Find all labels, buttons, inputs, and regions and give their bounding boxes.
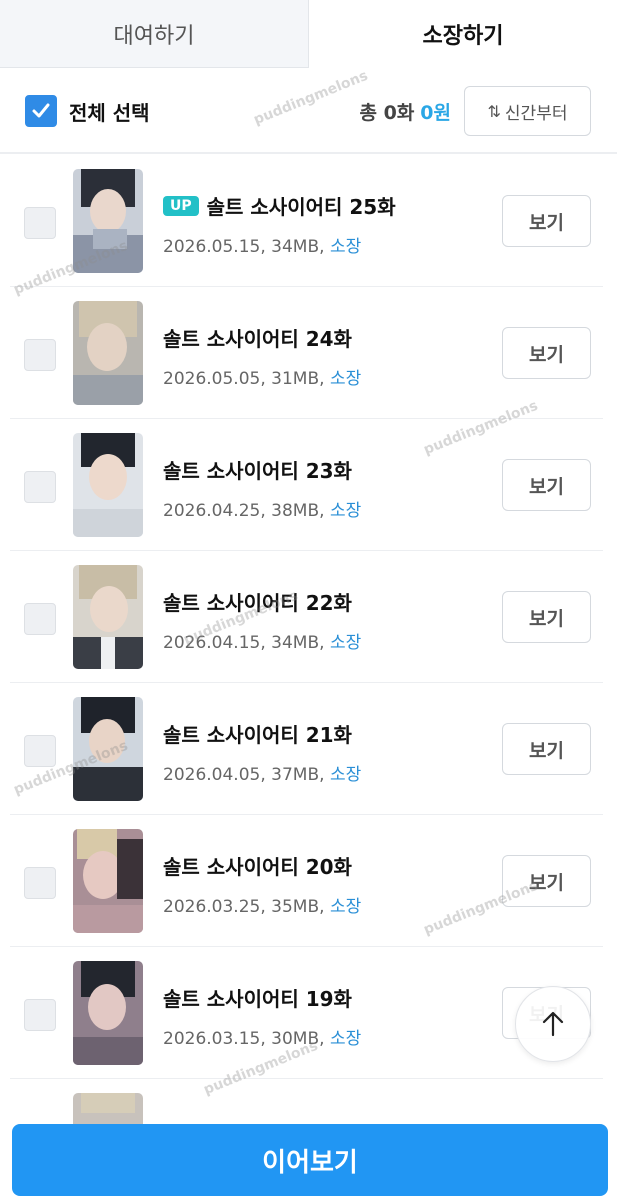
- episode-thumbnail[interactable]: [73, 961, 143, 1065]
- episode-info: 솔트 소사이어티 22화 2026.04.15, 34MB, 소장: [163, 587, 361, 653]
- view-button[interactable]: 보기: [502, 195, 591, 247]
- episode-meta: 2026.04.15, 34MB, 소장: [163, 633, 362, 653]
- list-item: 솔트 소사이어티 24화 2026.05.05, 31MB, 소장 보기: [10, 287, 603, 419]
- arrow-up-icon: [542, 1011, 564, 1037]
- episode-meta: 2026.05.05, 31MB, 소장: [163, 369, 362, 389]
- episode-meta: 2026.03.15, 30MB, 소장: [163, 1029, 362, 1049]
- tab-bar: 대여하기 소장하기: [0, 0, 617, 68]
- episode-status: 소장: [329, 237, 362, 257]
- episode-status: 소장: [329, 1029, 362, 1049]
- episode-date: 2026.05.05: [163, 369, 261, 389]
- episode-title: 솔트 소사이어티 19화: [163, 987, 352, 1011]
- episode-meta: 2026.04.05, 37MB, 소장: [163, 765, 362, 785]
- total-count: 총 0화: [359, 102, 415, 124]
- episode-title: 솔트 소사이어티 21화: [163, 723, 352, 747]
- episode-meta: 2026.05.15, 34MB, 소장: [163, 237, 362, 257]
- episode-info: 솔트 소사이어티 19화 2026.03.15, 30MB, 소장: [163, 983, 361, 1049]
- select-all[interactable]: 전체 선택: [25, 95, 150, 127]
- episode-meta: 2026.03.25, 35MB, 소장: [163, 897, 362, 917]
- view-button[interactable]: 보기: [502, 591, 591, 643]
- episode-checkbox[interactable]: [24, 735, 56, 767]
- episode-size: 38MB: [271, 501, 320, 521]
- view-button[interactable]: 보기: [502, 855, 591, 907]
- episode-checkbox[interactable]: [24, 207, 56, 239]
- episode-checkbox[interactable]: [24, 867, 56, 899]
- episode-checkbox[interactable]: [24, 339, 56, 371]
- list-item: 솔트 소사이어티 20화 2026.03.25, 35MB, 소장 보기: [10, 815, 603, 947]
- list-item: 솔트 소사이어티 23화 2026.04.25, 38MB, 소장 보기: [10, 419, 603, 551]
- episode-info: 솔트 소사이어티 20화 2026.03.25, 35MB, 소장: [163, 851, 361, 917]
- episode-status: 소장: [329, 501, 362, 521]
- episode-size: 37MB: [271, 765, 320, 785]
- episode-thumbnail[interactable]: [73, 301, 143, 405]
- episode-date: 2026.05.15: [163, 237, 261, 257]
- episode-title: 솔트 소사이어티 22화: [163, 591, 352, 615]
- episode-size: 31MB: [271, 369, 320, 389]
- episode-date: 2026.04.25: [163, 501, 261, 521]
- list-item: 솔트 소사이어티 22화 2026.04.15, 34MB, 소장 보기: [10, 551, 603, 683]
- scroll-to-top-button[interactable]: [515, 986, 591, 1062]
- sort-label: 신간부터: [504, 103, 568, 124]
- list-item: 솔트 소사이어티 19화 2026.03.15, 30MB, 소장 보기: [10, 947, 603, 1079]
- select-all-checkbox[interactable]: [25, 95, 57, 127]
- episode-title: 솔트 소사이어티 24화: [163, 327, 352, 351]
- episode-checkbox[interactable]: [24, 999, 56, 1031]
- episode-title: 솔트 소사이어티 25화: [206, 195, 396, 219]
- episode-info: 솔트 소사이어티 21화 2026.04.05, 37MB, 소장: [163, 719, 361, 785]
- episode-checkbox[interactable]: [24, 603, 56, 635]
- select-all-label: 전체 선택: [69, 100, 150, 125]
- episode-thumbnail[interactable]: [73, 829, 143, 933]
- purchase-summary: 총 0화 0원: [360, 98, 452, 125]
- episode-status: 소장: [329, 897, 362, 917]
- episode-info: UP 솔트 소사이어티 25화 2026.05.15, 34MB, 소장: [163, 191, 396, 257]
- tab-rent[interactable]: 대여하기: [0, 0, 309, 68]
- sort-button[interactable]: ⇅ 신간부터: [464, 86, 591, 136]
- tab-own[interactable]: 소장하기: [309, 0, 617, 68]
- total-price: 0원: [420, 102, 451, 124]
- episode-date: 2026.03.25: [163, 897, 261, 917]
- episode-thumbnail[interactable]: [73, 697, 143, 801]
- episode-size: 34MB: [271, 237, 320, 257]
- episode-thumbnail[interactable]: [73, 433, 143, 537]
- episode-title: 솔트 소사이어티 23화: [163, 459, 352, 483]
- episode-size: 30MB: [271, 1029, 320, 1049]
- episode-title: 솔트 소사이어티 20화: [163, 855, 352, 879]
- episode-status: 소장: [329, 369, 362, 389]
- sort-arrows-icon: ⇅: [487, 101, 501, 121]
- up-badge: UP: [163, 195, 199, 216]
- list-item: UP 솔트 소사이어티 25화 2026.05.15, 34MB, 소장 보기: [10, 155, 603, 287]
- episode-checkbox[interactable]: [24, 471, 56, 503]
- list-item: 솔트 소사이어티 21화 2026.04.05, 37MB, 소장 보기: [10, 683, 603, 815]
- episode-size: 35MB: [271, 897, 320, 917]
- episode-size: 34MB: [271, 633, 320, 653]
- episode-status: 소장: [329, 765, 362, 785]
- view-button[interactable]: 보기: [502, 327, 591, 379]
- episode-info: 솔트 소사이어티 23화 2026.04.25, 38MB, 소장: [163, 455, 361, 521]
- episode-date: 2026.03.15: [163, 1029, 261, 1049]
- continue-reading-button[interactable]: 이어보기: [12, 1124, 608, 1196]
- list-toolbar: 전체 선택 총 0화 0원 ⇅ 신간부터: [0, 68, 617, 154]
- episode-info: 솔트 소사이어티 24화 2026.05.05, 31MB, 소장: [163, 323, 361, 389]
- episode-date: 2026.04.05: [163, 765, 261, 785]
- episode-date: 2026.04.15: [163, 633, 261, 653]
- episode-status: 소장: [329, 633, 362, 653]
- episode-thumbnail[interactable]: [73, 565, 143, 669]
- episode-thumbnail[interactable]: [73, 169, 143, 273]
- episode-meta: 2026.04.25, 38MB, 소장: [163, 501, 362, 521]
- view-button[interactable]: 보기: [502, 459, 591, 511]
- view-button[interactable]: 보기: [502, 723, 591, 775]
- checkmark-icon: [32, 103, 50, 118]
